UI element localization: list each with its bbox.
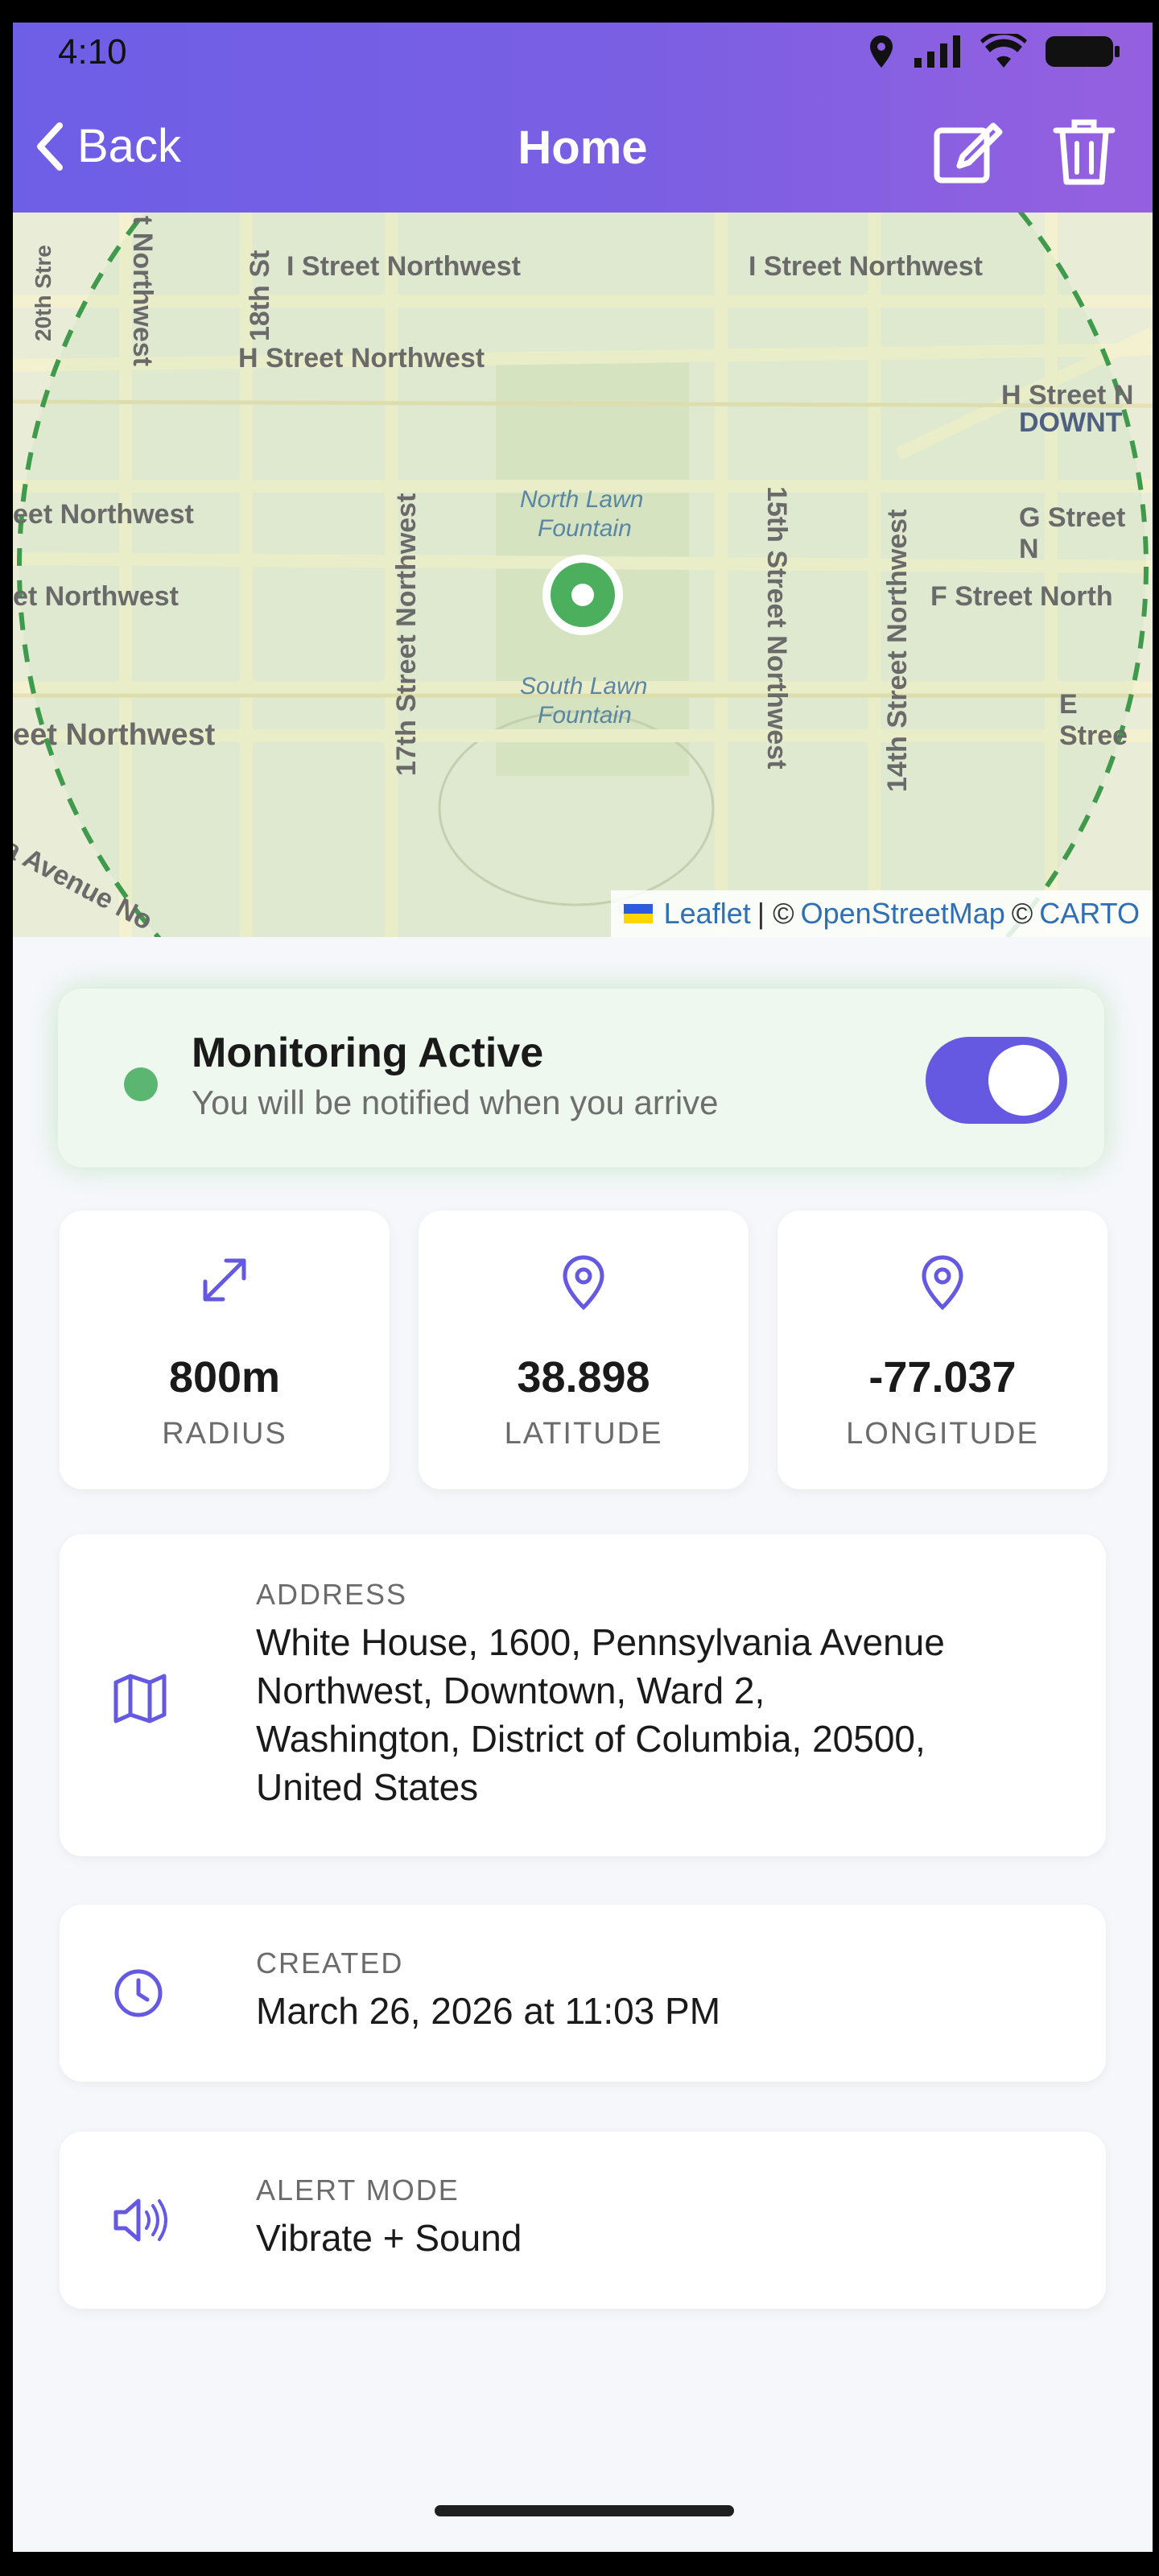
map-pin-icon	[922, 1255, 963, 1311]
landmark-label: Fountain	[538, 515, 632, 542]
home-indicator[interactable]	[435, 2505, 734, 2516]
landmark-label: South Lawn	[520, 673, 648, 700]
created-value: March 26, 2026 at 11:03 PM	[256, 1990, 721, 2032]
created-caption: CREATED	[256, 1946, 404, 1979]
latitude-label: LATITUDE	[504, 1417, 663, 1451]
street-label: 15th Street Northwest	[761, 486, 792, 770]
longitude-card: -77.037 LONGITUDE	[777, 1211, 1107, 1489]
volume-icon	[113, 2198, 167, 2242]
address-line: Northwest, Downtown, Ward 2,	[256, 1670, 765, 1711]
expand-arrows-icon	[203, 1258, 246, 1302]
status-time: 4:10	[58, 32, 127, 72]
radius-card: 800m RADIUS	[60, 1211, 390, 1489]
alert-mode-caption: ALERT MODE	[256, 2174, 460, 2207]
app-header: 4:10 Back Home	[13, 23, 1153, 213]
alert-mode-card: ALERT MODE Vibrate + Sound	[60, 2132, 1106, 2309]
street-label: eet Northwest	[13, 499, 194, 530]
created-card: CREATED March 26, 2026 at 11:03 PM	[60, 1905, 1106, 2082]
signal-icon	[914, 35, 960, 68]
landmark-label: Fountain	[538, 702, 632, 729]
trash-icon	[1053, 119, 1116, 185]
toggle-knob	[988, 1045, 1059, 1116]
address-line: White House, 1600, Pennsylvania Avenue	[256, 1621, 945, 1663]
attribution-copyright: ©	[1011, 897, 1033, 930]
address-card: ADDRESS White House, 1600, Pennsylvania …	[60, 1534, 1106, 1856]
street-label: H Street Northwest	[238, 343, 485, 374]
address-caption: ADDRESS	[256, 1578, 408, 1611]
location-marker-icon[interactable]	[538, 551, 627, 639]
battery-icon	[1046, 36, 1120, 67]
alert-mode-value: Vibrate + Sound	[256, 2217, 522, 2259]
location-status-icon	[870, 35, 893, 68]
edit-button[interactable]	[930, 116, 1003, 188]
monitoring-subtitle: You will be notified when you arrive	[192, 1084, 719, 1121]
address-text: White House, 1600, Pennsylvania Avenue N…	[256, 1618, 1050, 1811]
map-attribution: Leaflet | © OpenStreetMap © CARTO	[610, 890, 1153, 937]
latitude-value: 38.898	[517, 1353, 650, 1402]
address-line: United States	[256, 1766, 479, 1808]
radius-value: 800m	[168, 1353, 281, 1402]
monitoring-toggle[interactable]	[926, 1037, 1067, 1124]
leaflet-link[interactable]: Leaflet	[664, 890, 751, 937]
map-icon	[113, 1674, 167, 1724]
delete-button[interactable]	[1048, 116, 1120, 188]
wifi-icon	[980, 34, 1027, 68]
street-label: E Stree	[1059, 689, 1128, 751]
street-label: 17th Street Northwest	[391, 493, 422, 776]
latitude-card: 38.898 LATITUDE	[419, 1211, 749, 1489]
street-label: I Street Northwest	[287, 251, 521, 282]
ukraine-flag-icon	[623, 904, 653, 923]
map-view[interactable]: I Street Northwest I Street Northwest H …	[13, 213, 1153, 937]
street-label: t Northwest	[127, 216, 158, 366]
openstreetmap-link[interactable]: OpenStreetMap	[801, 890, 1005, 937]
street-label: 18th St	[245, 250, 275, 341]
street-label: DOWNT	[1019, 407, 1123, 438]
app-screen: 4:10 Back Home I Street Northwest I Stre…	[13, 23, 1153, 2552]
clock-icon	[114, 1969, 163, 2017]
radius-label: RADIUS	[162, 1417, 287, 1451]
address-line: Washington, District of Columbia, 20500,	[256, 1718, 926, 1760]
map-pin-icon	[563, 1255, 604, 1311]
status-dot	[124, 1067, 158, 1101]
status-icons	[868, 34, 1120, 69]
street-label: 20th Stre	[31, 245, 56, 341]
longitude-value: -77.037	[868, 1353, 1017, 1402]
street-label: F Street North	[930, 581, 1113, 612]
monitoring-title: Monitoring Active	[192, 1030, 544, 1076]
carto-link[interactable]: CARTO	[1039, 890, 1140, 937]
street-label: G Street N	[1019, 502, 1126, 564]
street-label: eet Northwest	[13, 718, 216, 752]
monitoring-card: Monitoring Active You will be notified w…	[58, 989, 1104, 1167]
street-label: a Avenue No	[13, 832, 158, 937]
street-label: I Street Northwest	[749, 251, 983, 282]
edit-icon	[934, 122, 1003, 184]
landmark-label: North Lawn	[520, 486, 644, 513]
attribution-separator: | ©	[757, 897, 794, 930]
street-label: 14th Street Northwest	[882, 509, 913, 792]
street-label: et Northwest	[13, 581, 179, 612]
longitude-label: LONGITUDE	[846, 1417, 1039, 1451]
